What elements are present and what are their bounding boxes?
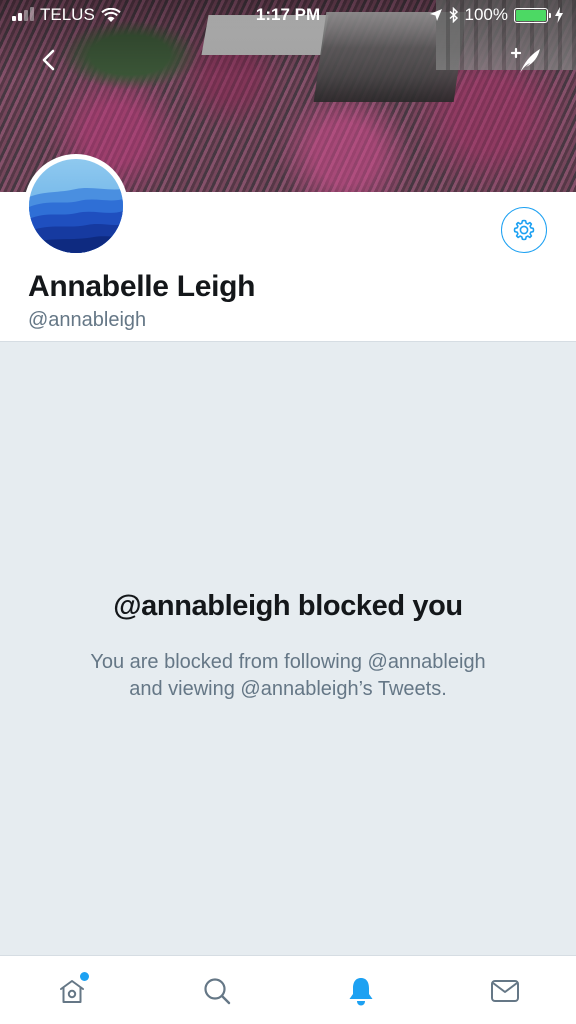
settings-button[interactable]: [501, 207, 547, 253]
back-icon: [42, 49, 55, 71]
status-bar: TELUS 1:17 PM 100%: [0, 0, 576, 30]
blocked-title: @annableigh blocked you: [113, 590, 463, 622]
profile-card: Annabelle Leigh @annableigh: [0, 154, 576, 342]
avatar-mountains-image: [29, 159, 123, 253]
home-new-content-dot: [80, 972, 89, 981]
battery-icon: [514, 7, 551, 23]
blocked-description: You are blocked from following @annablei…: [0, 649, 576, 703]
gear-icon: [513, 219, 535, 241]
status-right: 100%: [429, 5, 564, 25]
tab-search[interactable]: [197, 972, 237, 1010]
blocked-description-line-2: and viewing @annableigh’s Tweets.: [129, 678, 447, 700]
tab-notifications[interactable]: [341, 972, 381, 1010]
back-button[interactable]: [30, 42, 66, 78]
tab-messages[interactable]: [485, 972, 525, 1010]
location-arrow-icon: [429, 9, 442, 21]
bluetooth-icon: [449, 7, 458, 23]
avatar-image: [29, 159, 123, 253]
battery-percent: 100%: [464, 5, 508, 24]
bell-icon: [349, 978, 373, 1006]
charging-bolt-icon: [555, 7, 563, 23]
avatar[interactable]: [24, 154, 128, 258]
tab-bar: [0, 955, 576, 1024]
compose-tweet-icon: [510, 47, 540, 73]
envelope-icon: [491, 980, 519, 1002]
tab-home[interactable]: [52, 972, 92, 1010]
display-name: Annabelle Leigh: [28, 270, 256, 303]
blocked-message: @annableigh blocked you You are blocked …: [0, 590, 576, 703]
compose-tweet-button[interactable]: [506, 42, 546, 78]
blocked-description-line-1: You are blocked from following @annablei…: [90, 651, 486, 673]
profile-handle: @annableigh: [28, 309, 147, 331]
search-icon: [204, 978, 231, 1005]
